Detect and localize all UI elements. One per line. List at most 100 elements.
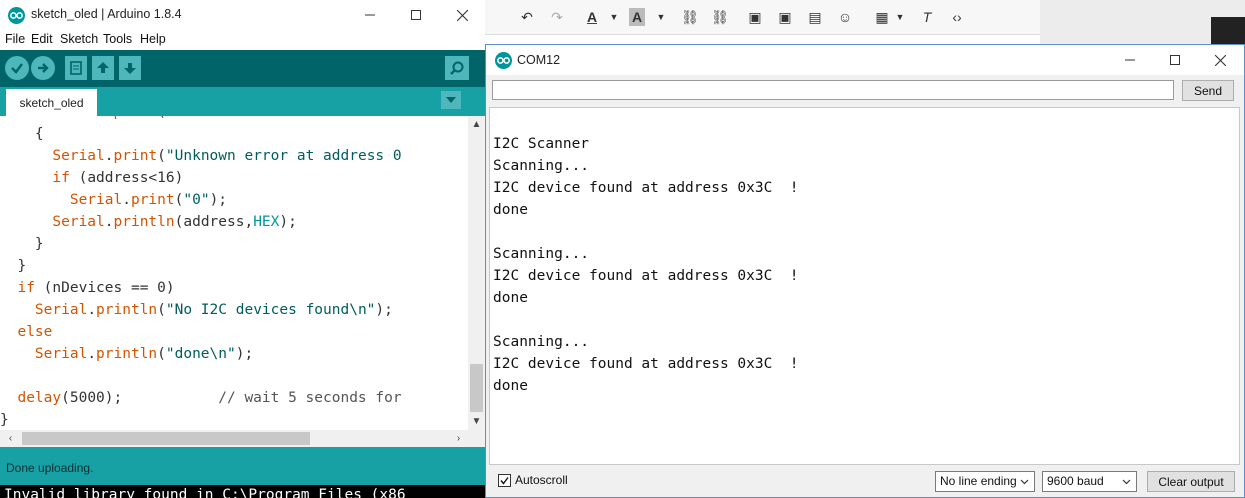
monitor-maximize-button[interactable] [1152, 45, 1198, 75]
scroll-down-arrow-icon[interactable]: ▼ [468, 413, 485, 430]
vertical-scroll-thumb[interactable] [470, 364, 483, 412]
serial-output-line: Scanning... [493, 334, 590, 350]
arduino-logo-icon [8, 7, 25, 24]
serial-monitor-button[interactable] [445, 56, 469, 80]
arrow-up-icon [97, 62, 109, 73]
upload-button[interactable] [31, 56, 55, 80]
serial-send-input[interactable] [492, 80, 1174, 100]
code-line: Serial.println("done\n"); [0, 343, 253, 365]
send-button[interactable]: Send [1182, 80, 1234, 101]
chevron-down-icon[interactable]: ▼ [890, 8, 910, 26]
minimize-icon [1125, 59, 1135, 61]
code-view-icon[interactable]: ‹› [947, 8, 967, 26]
video-icon[interactable]: ▤ [805, 8, 825, 26]
code-token: { [34, 126, 44, 142]
menu-sketch[interactable]: Sketch [60, 32, 98, 46]
monitor-bottom-bar: Autoscroll No line ending 9600 baud Clea… [486, 466, 1244, 497]
serial-output-line: I2C device found at address 0x3C ! [493, 268, 799, 284]
code-line-partial: Serial.print( [0, 116, 166, 123]
ide-maximize-button[interactable] [393, 0, 439, 30]
unlink-icon[interactable]: ⛓ [710, 8, 730, 26]
horizontal-scroll-thumb[interactable] [22, 432, 310, 445]
code-line: Serial.print("0"); [0, 189, 227, 211]
open-sketch-button[interactable] [92, 56, 114, 80]
ide-console: Invalid library found in C:\Program File… [0, 485, 485, 498]
console-text: Invalid library found in C:\Program File… [4, 487, 406, 498]
table-icon[interactable]: ▦ [872, 8, 892, 26]
monitor-close-button[interactable] [1197, 45, 1243, 75]
menu-tools[interactable]: Tools [103, 32, 132, 46]
ide-minimize-button[interactable] [347, 0, 393, 30]
tab-sketch-oled[interactable]: sketch_oled [6, 89, 97, 116]
text-color-icon[interactable]: A [582, 8, 602, 26]
ide-toolbar [0, 50, 485, 87]
baud-rate-select[interactable]: 9600 baud [1042, 471, 1137, 492]
code-line: delay(5000); // wait 5 seconds for [0, 387, 401, 409]
maximize-icon [411, 10, 421, 20]
code-line: Serial.println(address,HEX); [0, 211, 296, 233]
code-token: } [0, 412, 9, 428]
code-token: . [87, 346, 97, 362]
code-token: HEX [253, 214, 280, 230]
menu-help[interactable]: Help [140, 32, 166, 46]
editor-vertical-scrollbar[interactable]: ▲ ▼ [468, 116, 485, 430]
maximize-icon [1170, 55, 1180, 65]
code-token: (address, [174, 214, 254, 230]
check-icon [11, 63, 23, 74]
insert-image-icon[interactable]: ▣ [775, 8, 795, 26]
code-token: ); [375, 302, 393, 318]
tab-menu-button[interactable] [441, 91, 461, 109]
autoscroll-label: Autoscroll [515, 473, 568, 487]
emoji-icon[interactable]: ☺ [835, 8, 855, 26]
code-editor[interactable]: Serial.print( { Serial.print("Unknown er… [0, 116, 468, 430]
code-token: if [17, 280, 35, 296]
line-ending-select[interactable]: No line ending [935, 471, 1035, 492]
menu-edit[interactable]: Edit [31, 32, 53, 46]
serial-output-line: done [493, 290, 528, 306]
ide-status-bar: Done uploading. [0, 447, 485, 485]
editor-horizontal-scrollbar[interactable]: ‹ › [0, 430, 468, 447]
code-token: println [96, 346, 158, 362]
highlight-color-icon[interactable]: A [629, 8, 645, 26]
image-icon[interactable]: ▣ [745, 8, 765, 26]
scroll-left-arrow-icon[interactable]: ‹ [2, 430, 19, 447]
verify-button[interactable] [5, 56, 29, 80]
serial-output-line: I2C device found at address 0x3C ! [493, 180, 799, 196]
close-icon [456, 9, 468, 21]
serial-output-line: done [493, 378, 528, 394]
code-token: print [130, 192, 175, 208]
code-token: Serial [52, 214, 105, 230]
chevron-down-icon [446, 97, 456, 103]
code-token: } [34, 236, 44, 252]
serial-monitor-window: COM12 Send I2C Scanner Scanning... I2C dev… [485, 44, 1245, 498]
clear-output-button[interactable]: Clear output [1147, 471, 1235, 492]
clear-format-icon[interactable]: T [917, 8, 937, 26]
close-icon [1214, 54, 1226, 66]
code-token: ); [235, 346, 254, 362]
save-sketch-button[interactable] [119, 56, 141, 80]
chevron-down-icon[interactable]: ▼ [651, 8, 671, 26]
code-token: ( [157, 148, 166, 164]
undo-icon[interactable]: ↶ [517, 8, 537, 26]
autoscroll-checkbox[interactable] [498, 474, 511, 487]
monitor-minimize-button[interactable] [1107, 45, 1153, 75]
scrollbar-corner [468, 430, 485, 447]
link-icon[interactable]: ⛓ [680, 8, 700, 26]
code-line: } [0, 255, 26, 277]
background-editor-window: ↶ ↷ A ▼ A ▼ ⛓ ⛓ ▣ ▣ ▤ ☺ ▦ ▼ T ‹› [485, 0, 1040, 45]
new-sketch-button[interactable] [65, 56, 87, 80]
ide-close-button[interactable] [439, 0, 485, 30]
redo-icon[interactable]: ↷ [547, 8, 567, 26]
scroll-up-arrow-icon[interactable]: ▲ [468, 116, 485, 133]
code-token: delay [17, 390, 62, 406]
chevron-down-icon[interactable]: ▼ [604, 8, 624, 26]
scroll-right-arrow-icon[interactable]: › [450, 430, 467, 447]
menu-file[interactable]: File [5, 32, 25, 46]
code-token: . [122, 192, 131, 208]
baud-rate-value: 9600 baud [1047, 474, 1104, 488]
ide-menu-bar: File Edit Sketch Tools Help [0, 30, 485, 50]
serial-output-area[interactable]: I2C Scanner Scanning... I2C device found a… [489, 107, 1240, 465]
chevron-down-icon [1020, 479, 1029, 485]
line-ending-value: No line ending [940, 474, 1017, 488]
code-token: if [52, 170, 70, 186]
